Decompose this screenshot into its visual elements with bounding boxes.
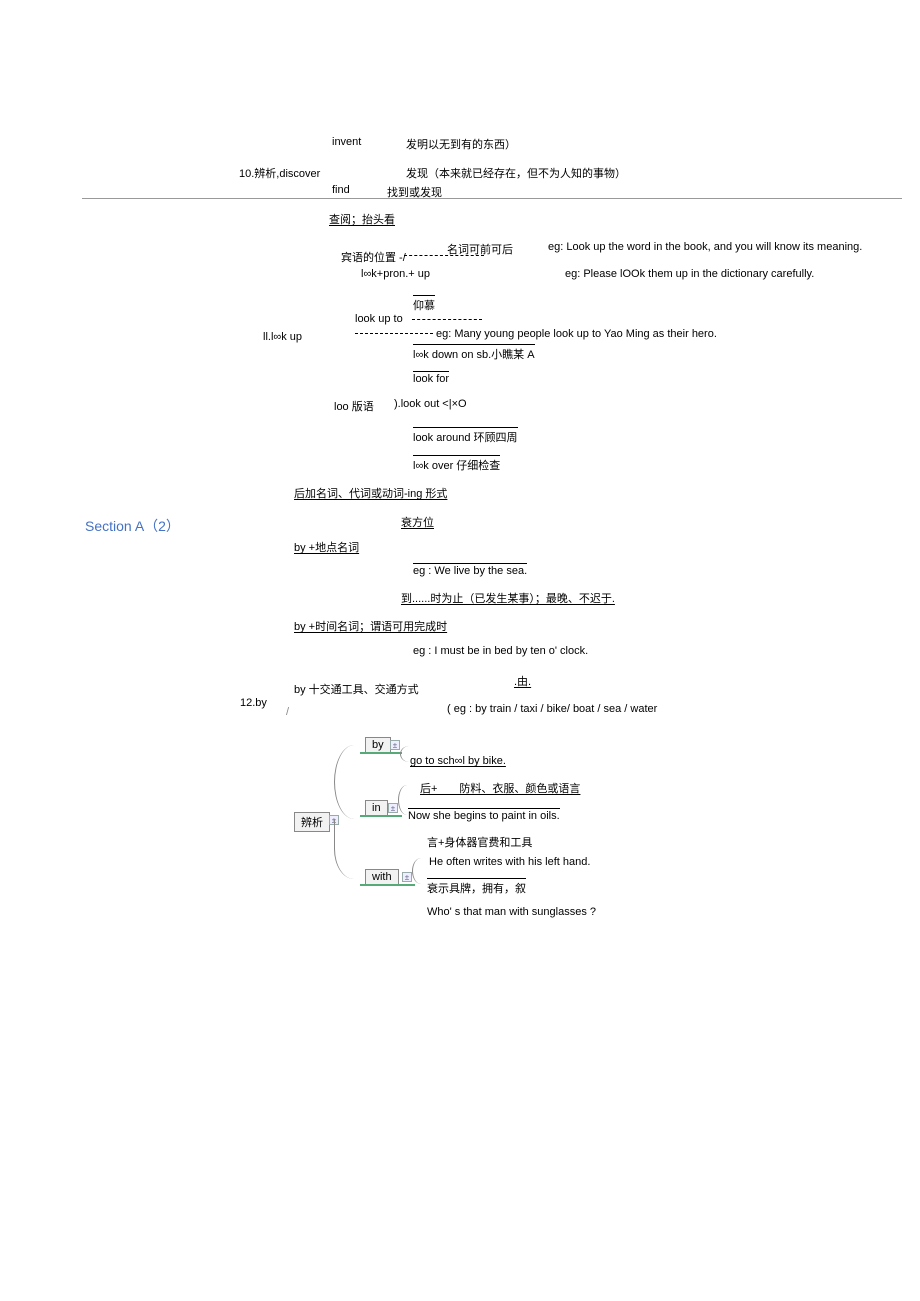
section-title: Section A（2） — [85, 516, 180, 536]
lookdown: l∞k down on sb.小瞧某 A — [413, 344, 535, 362]
row12-label: 12.by — [240, 697, 267, 709]
transport-meaning: .由. — [514, 673, 531, 689]
divider — [82, 198, 902, 199]
objpos-eg-a: eg: Look up the word in the book, and yo… — [548, 241, 862, 253]
discover-zh: 发现（本来就已经存在，但不为人知的事物） — [406, 165, 626, 181]
connector-icon — [398, 785, 416, 815]
time-label: by +时间名词；谓语可用完成时 — [294, 618, 447, 634]
lookaround: look around 环顾四周 — [413, 427, 518, 445]
by-rule1: 后加名词、代词或动词-ing 形式 — [294, 485, 447, 501]
compare-root: 辨析 — [294, 812, 330, 832]
compare-with-rule: 言+身体器官费和工具 — [427, 834, 532, 850]
expand-icon[interactable]: ± — [388, 803, 398, 813]
connector-icon — [412, 858, 430, 884]
lookup-meaning: 查阅；抬头看 — [329, 211, 395, 227]
time-meaning: 到......时为止（已发生某事）；最晚、不迟于. — [401, 590, 615, 606]
compare-with-eg2: Who' s that man with sunglasses ? — [427, 906, 596, 918]
row10-label: 10.辨析,discover — [239, 165, 320, 181]
underline-icon — [360, 884, 415, 886]
lookupto-eg: eg: Many young people look up to Yao Min… — [436, 328, 717, 340]
phrases-label: loo 版语 — [334, 398, 374, 414]
invent-en: invent — [332, 136, 361, 148]
compare-in-label: in — [365, 800, 388, 816]
compare-by-label: by — [365, 737, 391, 753]
lookfor: look for — [413, 371, 449, 385]
lookout: ).look out <|×O — [394, 398, 467, 410]
invent-zh: 发明以无到有的东西） — [406, 136, 516, 152]
expand-icon[interactable]: ± — [390, 740, 400, 750]
compare-in-eg: Now she begins to paint in oils. — [408, 808, 560, 822]
find-en: find — [332, 184, 350, 196]
place-label: by +地点名词 — [294, 539, 359, 555]
compare-in-rule: 后+ 防料、衣服、颜色或语言 — [420, 780, 580, 796]
compare-with-eg: He often writes with his left hand. — [429, 856, 590, 868]
objpos-a: 名词可前可后 — [447, 241, 513, 257]
transport-eg: ( eg : by train / taxi / bike/ boat / se… — [447, 703, 657, 715]
objpos-eg-b: eg: Please lOOk them up in the dictionar… — [565, 268, 814, 280]
transport-label: by 十交通工具、交通方式 — [294, 681, 419, 697]
lookupto-meaning: 仰慕 — [413, 295, 435, 313]
compare-with-label: with — [365, 869, 399, 885]
underline-icon — [360, 815, 402, 817]
row11-label: ll.l∞k up — [263, 331, 302, 343]
objpos-b: l∞k+pron.+ up — [361, 268, 430, 280]
compare-by-eg: go to sch∞l by bike. — [410, 755, 506, 767]
lookupto-label: look up to — [355, 313, 403, 325]
slash-icon: / — [286, 706, 289, 718]
compare-with-rule2: 衰示具牌，拥有，叙 — [427, 878, 526, 896]
place-eg: eg : We live by the sea. — [413, 563, 527, 577]
connector-icon — [400, 746, 418, 762]
expand-icon[interactable]: ± — [402, 872, 412, 882]
time-eg: eg : I must be in bed by ten o' clock. — [413, 645, 588, 657]
objpos-label: 宾语的位置 -/ — [341, 249, 406, 265]
place-meaning: 衰方位 — [401, 514, 434, 530]
underline-icon — [360, 752, 402, 754]
lookover: l∞k over 仔细检查 — [413, 455, 500, 473]
dash-icon — [355, 333, 433, 334]
dash-icon — [412, 319, 482, 320]
